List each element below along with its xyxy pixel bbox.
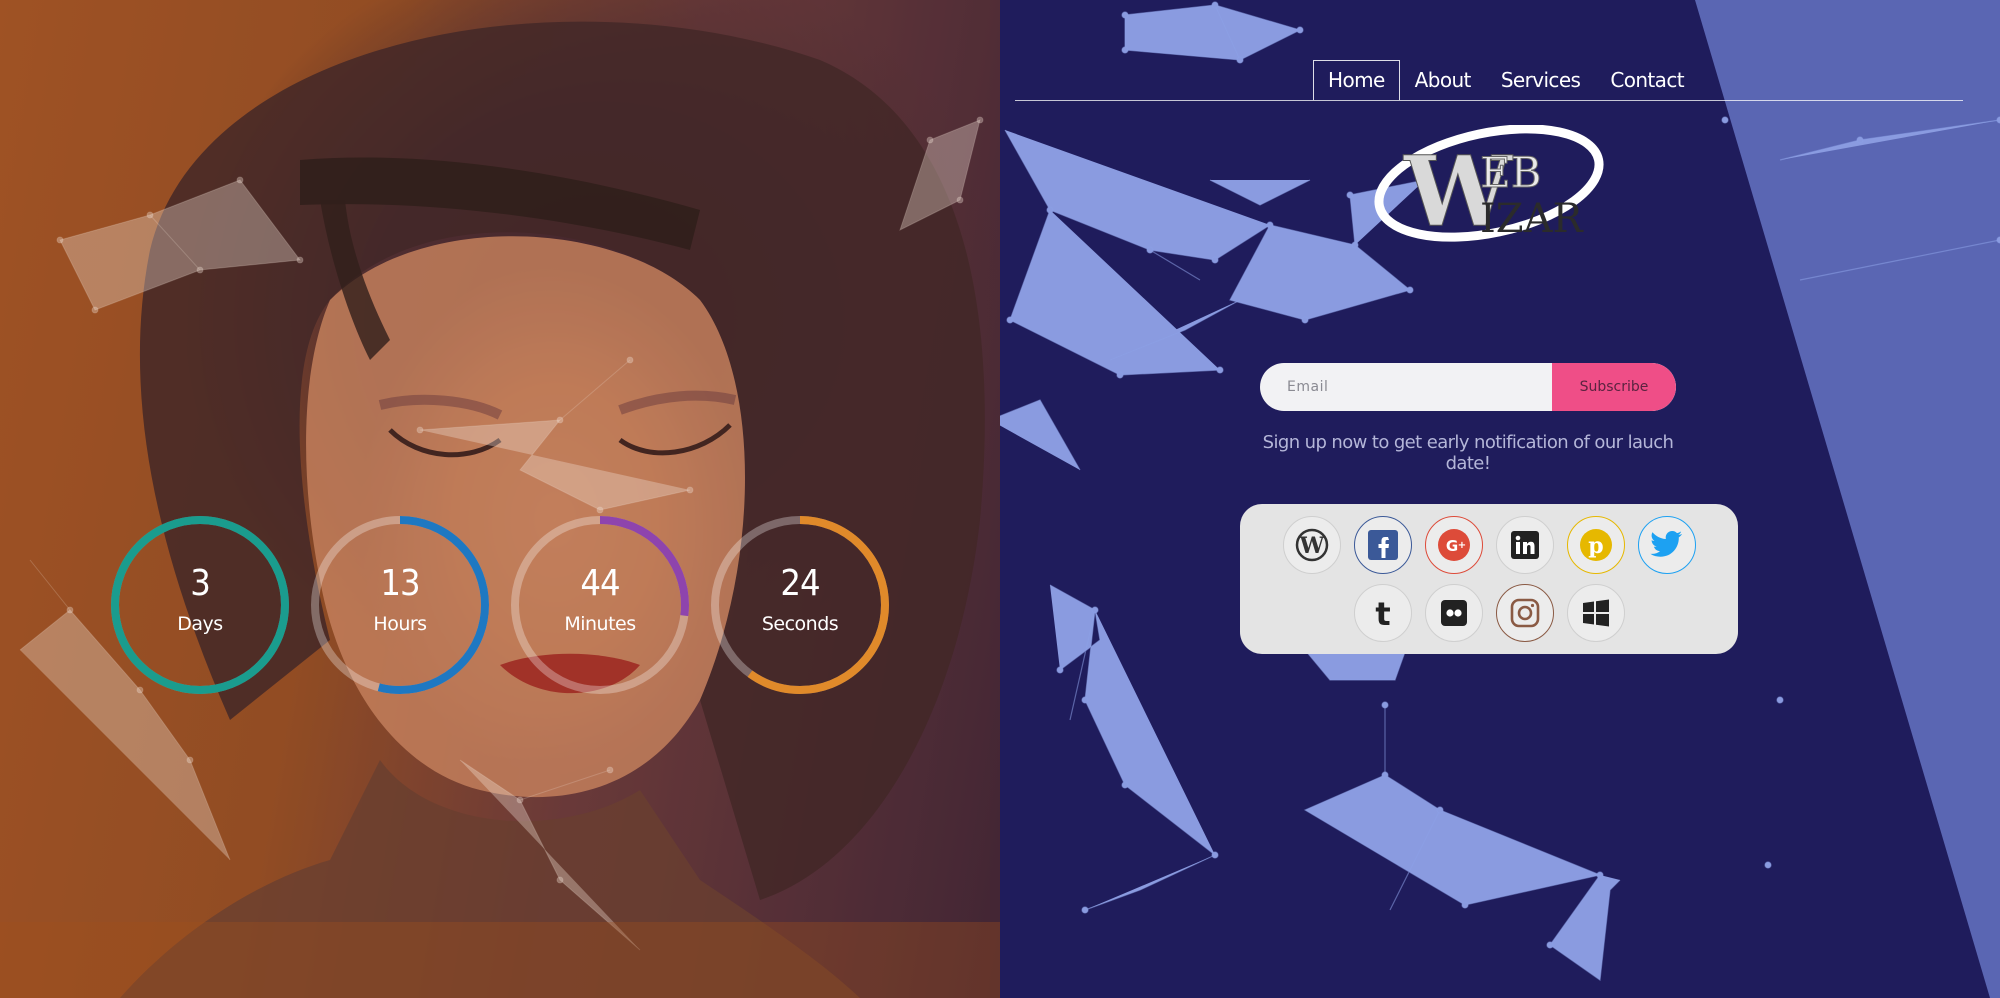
tumblr-link[interactable]: t	[1354, 584, 1412, 642]
logo-text-bottom: IZAR	[1480, 196, 1584, 242]
countdown-seconds-label: Seconds	[761, 613, 839, 635]
svg-text:+: +	[1458, 540, 1466, 551]
countdown-days-ring	[111, 516, 289, 694]
email-field[interactable]	[1260, 363, 1552, 411]
countdown-minutes-ring	[511, 516, 689, 694]
svg-text:W: W	[1299, 533, 1325, 559]
wordpress-link[interactable]: W	[1283, 516, 1341, 574]
photo-bottom-band	[0, 922, 1000, 998]
facebook-icon	[1368, 530, 1398, 560]
main-nav: Home About Services Contact	[1313, 60, 1699, 100]
photo-tint	[0, 0, 1000, 998]
countdown-minutes: 44 Minutes	[510, 515, 690, 695]
windows-link[interactable]	[1567, 584, 1625, 642]
google-plus-icon: G +	[1438, 529, 1470, 561]
svg-text:p: p	[1588, 533, 1603, 559]
countdown-days-value: 3	[190, 563, 211, 604]
signup-note: Sign up now to get early notification of…	[1262, 432, 1674, 474]
countdown-hours-value: 13	[380, 563, 420, 604]
site-logo: W EB IZAR	[1374, 125, 1604, 245]
countdown-minutes-value: 44	[580, 563, 620, 604]
google-plus-link[interactable]: G +	[1425, 516, 1483, 574]
countdown-seconds: 24 Seconds	[710, 515, 890, 695]
countdown-days-label: Days	[177, 613, 223, 635]
flickr-icon	[1441, 600, 1467, 626]
countdown-hours-label: Hours	[373, 613, 427, 635]
twitter-icon	[1650, 531, 1683, 557]
countdown-minutes-label: Minutes	[564, 613, 636, 635]
tumblr-icon: t	[1375, 596, 1390, 630]
pinterest-icon: p	[1580, 529, 1612, 561]
countdown-hours: 13 Hours	[310, 515, 490, 695]
hero-photo	[0, 0, 1000, 998]
countdown-seconds-ring	[711, 516, 889, 694]
nav-underline	[1015, 100, 1963, 101]
social-links-card: W G + p t	[1240, 504, 1738, 654]
svg-text:G: G	[1446, 537, 1458, 555]
subscribe-button[interactable]: Subscribe	[1552, 363, 1676, 411]
logo-text-top: EB	[1480, 148, 1542, 197]
svg-text:t: t	[1375, 596, 1390, 630]
nav-contact[interactable]: Contact	[1595, 60, 1699, 100]
wordpress-icon: W	[1295, 528, 1329, 562]
subscribe-form: Subscribe	[1260, 363, 1676, 411]
nav-home[interactable]: Home	[1313, 60, 1400, 100]
nav-about[interactable]: About	[1400, 60, 1486, 100]
nav-services[interactable]: Services	[1486, 60, 1596, 100]
linkedin-link[interactable]	[1496, 516, 1554, 574]
countdown-hours-ring	[311, 516, 489, 694]
countdown-seconds-value: 24	[780, 563, 820, 604]
linkedin-icon	[1511, 531, 1539, 559]
flickr-link[interactable]	[1425, 584, 1483, 642]
windows-icon	[1583, 599, 1609, 627]
instagram-icon	[1510, 598, 1540, 628]
instagram-link[interactable]	[1496, 584, 1554, 642]
twitter-link[interactable]	[1638, 516, 1696, 574]
facebook-link[interactable]	[1354, 516, 1412, 574]
countdown-days: 3 Days	[110, 515, 290, 695]
pinterest-link[interactable]: p	[1567, 516, 1625, 574]
